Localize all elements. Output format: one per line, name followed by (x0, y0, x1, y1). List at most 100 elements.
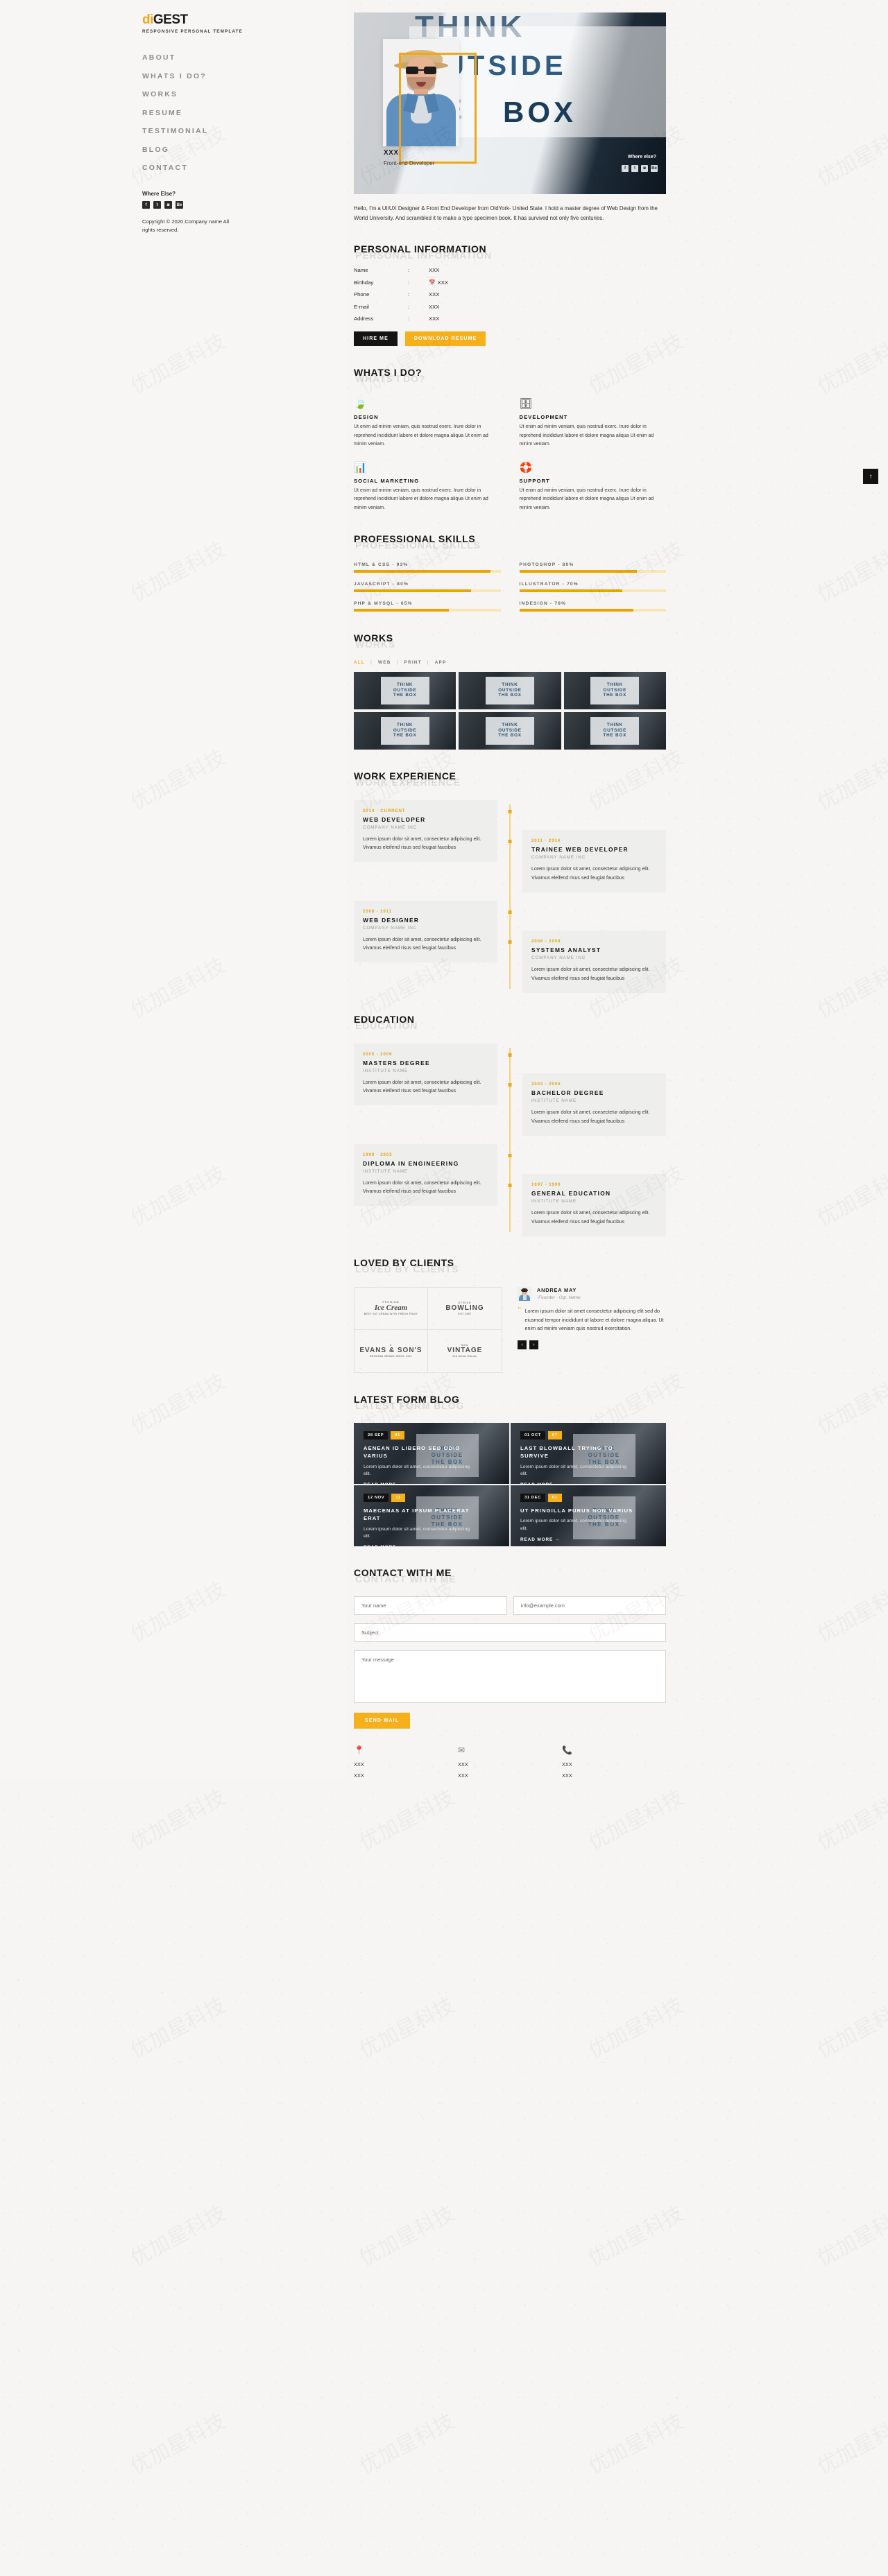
work-item-1[interactable]: THINK OUTSIDE THE BOX (354, 671, 456, 709)
skill-html-css: HTML & CSS - 93% (354, 562, 501, 573)
blog-post-4[interactable]: THINK OUTSIDE THE BOX 31 DEC 01 UT FRING… (511, 1485, 666, 1546)
facebook-icon[interactable]: f (622, 165, 629, 172)
post-title: MAECENAS AT IPSUM PLACERAT ERAT (364, 1507, 470, 1522)
post-date-badge: 28 SEP (364, 1430, 388, 1440)
message-textarea[interactable] (354, 1650, 666, 1703)
sidebar-social-links: f t ◙ Be (142, 201, 347, 209)
behance-icon[interactable]: Be (176, 201, 183, 209)
hero-name: XXX (384, 149, 399, 157)
progress-track (354, 608, 501, 612)
skill-label: PHOTOSHOP - 80% (519, 562, 574, 567)
service-title: DESIGN (354, 414, 379, 421)
sidebar-item-works[interactable]: WORKS (142, 90, 347, 98)
sign-line: THINK (502, 723, 518, 728)
sidebar-item-contact[interactable]: CONTACT (142, 164, 347, 172)
contact-info-email: ✉ XXX XXX (458, 1745, 562, 1779)
contact-form-row (354, 1623, 666, 1642)
read-more-link[interactable]: READ MORE → (520, 1537, 656, 1542)
avatar (518, 1286, 531, 1301)
works-grid: THINK OUTSIDE THE BOX THINK OUTSIDE THE … (354, 671, 666, 750)
blog-grid: THINK OUTSIDE THE BOX 28 SEP 01 AENEAN I… (354, 1422, 666, 1546)
name-input[interactable] (354, 1596, 507, 1615)
education-date: 2003 - 2005 (531, 1082, 561, 1087)
contact-info-phone: 📞 XXX XXX (562, 1745, 666, 1779)
sidebar-item-whats-i-do[interactable]: WHATS I DO? (142, 72, 347, 80)
logo-sub-text: ORIGINAL BRAND SINCE 1921 (369, 1355, 413, 1358)
row-value: XXX (429, 303, 440, 310)
skill-label: PHP & MYSQL - 65% (354, 600, 413, 606)
blog-post-2[interactable]: THINK OUTSIDE THE BOX 01 OCT 07 LAST BLO… (511, 1422, 666, 1484)
subject-input[interactable] (354, 1623, 666, 1642)
page-title: WORKS (354, 632, 393, 643)
divider: | (427, 659, 429, 665)
instagram-icon[interactable]: ◙ (164, 201, 172, 209)
progress-fill (519, 608, 634, 612)
tab-print[interactable]: PRINT (404, 660, 422, 665)
email-input[interactable] (513, 1596, 666, 1615)
experience-date: 2014 - CURRENT (363, 808, 406, 813)
lifebuoy-icon: 🛟 (519, 462, 533, 474)
sidebar-item-blog[interactable]: BLOG (142, 146, 347, 154)
where-else-label: Where Else? (142, 191, 176, 197)
scroll-to-top-button[interactable]: ↑ (863, 469, 878, 484)
blog-section: LATEST FORM BLOG LATEST FORM BLOG THINK … (354, 1394, 666, 1546)
work-item-6[interactable]: THINK OUTSIDE THE BOX (563, 711, 666, 750)
contact-info-address: 📍 XXX XXX (354, 1745, 458, 1779)
quote-icon: “ (518, 1305, 522, 1314)
sidebar-item-resume[interactable]: RESUME (142, 109, 347, 117)
tab-app[interactable]: APP (435, 660, 447, 665)
behance-icon[interactable]: Be (651, 165, 658, 172)
sidebar-item-testimonial[interactable]: TESTIMONIAL (142, 127, 347, 135)
read-more-link[interactable]: READ MORE → (364, 1545, 500, 1546)
row-label: Phone (354, 291, 370, 298)
send-mail-button[interactable]: SEND MAIL (354, 1712, 411, 1729)
page-title: CONTACT WITH ME (354, 1566, 452, 1578)
facebook-icon[interactable]: f (142, 201, 150, 209)
post-date-badge: 01 OCT (520, 1430, 545, 1440)
twitter-icon[interactable]: t (631, 165, 638, 172)
site-logo[interactable]: diGEST (142, 12, 347, 28)
work-item-2[interactable]: THINK OUTSIDE THE BOX (459, 671, 561, 709)
skill-label: JAVASCRIPT - 80% (354, 581, 409, 587)
sign-line: THINK (606, 723, 623, 728)
contact-info-line: XXX (354, 1761, 364, 1767)
timeline-row: 2006 - 2008 SYSTEMS ANALYST COMPANY NAME… (354, 931, 666, 993)
next-arrow-icon[interactable]: › (529, 1340, 538, 1350)
prev-arrow-icon[interactable]: ‹ (518, 1340, 527, 1350)
timeline-dot (508, 1184, 512, 1188)
work-thumbnail-sign: THINK OUTSIDE THE BOX (485, 676, 534, 704)
skill-indesign: INDESIGN - 78% (519, 601, 666, 612)
service-description: Ut enim ad minim veniam, quis nostrud ex… (519, 424, 654, 447)
envelope-icon: ✉ (458, 1745, 466, 1755)
tab-web[interactable]: WEB (378, 660, 391, 665)
download-resume-button[interactable]: DOWNLOAD RESUME (404, 331, 486, 347)
progress-fill (354, 608, 450, 612)
education-institute: INSTITUTE NAME (363, 1168, 409, 1174)
blog-post-3[interactable]: THINK OUTSIDE THE BOX 12 NOV 11 MAECENAS… (354, 1485, 509, 1546)
page-title: EDUCATION (354, 1013, 415, 1025)
work-item-4[interactable]: THINK OUTSIDE THE BOX (354, 711, 456, 750)
page-title: WHATS I DO? (354, 367, 422, 379)
timeline-dot (508, 840, 512, 844)
sidebar-item-about[interactable]: ABOUT (142, 53, 347, 62)
logo-subtitle: RESPONSIVE PERSONAL TEMPLATE (142, 29, 243, 34)
timeline-row: 2011 - 2014 TRAINEE WEB DEVELOPER COMPAN… (354, 830, 666, 892)
sign-line: THE BOX (393, 692, 417, 698)
work-item-3[interactable]: THINK OUTSIDE THE BOX (563, 671, 666, 709)
personal-info-table: Name : XXX Birthday : 📅 XXX Phone : XXX (354, 267, 666, 322)
work-thumbnail-sign: THINK OUTSIDE THE BOX (485, 716, 534, 745)
instagram-icon[interactable]: ◙ (641, 165, 648, 172)
blog-post-1[interactable]: THINK OUTSIDE THE BOX 28 SEP 01 AENEAN I… (354, 1422, 509, 1484)
skill-label: ILLUSTRATOR - 70% (519, 581, 579, 587)
service-description: Ut enim ad minim veniam, quis nostrud ex… (354, 424, 488, 447)
row-label: E-mail (354, 303, 369, 310)
logo-text: GEST (153, 12, 188, 27)
work-item-5[interactable]: THINK OUTSIDE THE BOX (459, 711, 561, 750)
twitter-icon[interactable]: t (153, 201, 161, 209)
progress-fill (354, 589, 472, 592)
tab-all[interactable]: ALL (354, 660, 365, 665)
post-date-badge: 12 NOV (364, 1493, 389, 1502)
hire-me-button[interactable]: HIRE ME (354, 331, 398, 347)
experience-title: WEB DESIGNER (363, 916, 420, 924)
logo-sub-text: BEST ICE CREAM WITH FRESH FRUIT (364, 1313, 418, 1316)
